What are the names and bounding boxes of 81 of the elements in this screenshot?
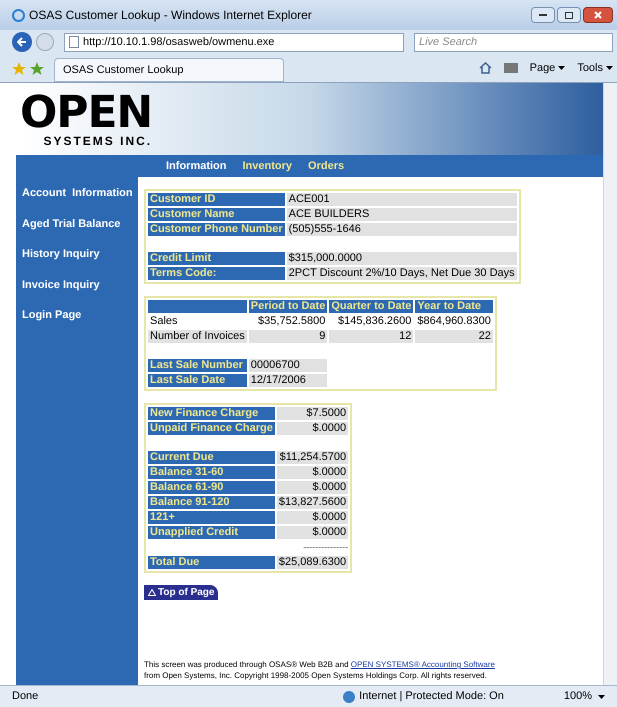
command-menu[interactable]: Tools — [577, 60, 613, 76]
field-label: Total Due — [148, 556, 275, 569]
field-label: New Finance Charge — [148, 407, 275, 420]
field-label: Customer ID — [148, 193, 285, 206]
field-value: $.0000 — [276, 511, 348, 524]
field-label: Current Due — [148, 451, 275, 464]
caret-icon — [606, 66, 613, 70]
field-value: ACE BUILDERS — [286, 208, 517, 221]
sum-rule: --------------- — [302, 541, 348, 554]
nav-link[interactable]: Inventory — [242, 158, 292, 174]
top-of-page-button[interactable]: Top of Page — [144, 585, 218, 600]
field-label: Balance 61-90 — [148, 481, 275, 494]
sidebar-link[interactable]: History Inquiry — [22, 246, 138, 262]
field-label: 121+ — [148, 511, 275, 524]
copyright-text: from Open Systems, Inc. Copyright 1998-2005 Open Systems Holdings Corp. All rights reserved. — [144, 670, 488, 681]
field-value: $13,827.5600 — [276, 496, 348, 509]
nav-link[interactable]: Orders — [308, 158, 344, 174]
field-label: Terms Code: — [148, 267, 285, 280]
maximize-button[interactable] — [557, 7, 581, 23]
company-logo: OPEN SYSTEMS INC. — [19, 91, 152, 147]
caret-icon — [558, 66, 566, 70]
software-link[interactable]: OPEN SYSTEMS® Accounting Software — [350, 660, 495, 669]
page-icon — [69, 36, 79, 48]
field-value: $.0000 — [276, 481, 348, 494]
field-value: $.0000 — [276, 526, 348, 539]
field-value: $.0000 — [276, 466, 348, 479]
row-label: Number of Invoices — [148, 330, 247, 343]
sidebar-link[interactable]: Login Page — [22, 307, 138, 324]
nav-link[interactable]: Information — [166, 158, 226, 174]
search-field[interactable]: Live Search — [414, 32, 613, 52]
field-value: $315,000.0000 — [286, 252, 517, 265]
browser-tab[interactable]: OSAS Customer Lookup — [54, 58, 284, 82]
window-title: OSAS Customer Lookup - Windows Internet Explorer — [29, 7, 312, 24]
table-cell-text: $35,752.5800 — [257, 315, 326, 328]
field-value: ACE001 — [286, 193, 517, 206]
back-button[interactable] — [12, 32, 32, 52]
field-label: Last Sale Number — [148, 359, 247, 372]
column-header: Quarter to Date — [329, 300, 414, 313]
scrollbar[interactable] — [603, 83, 617, 685]
zoom-control[interactable]: 100% — [564, 688, 605, 705]
column-header: Period to Date — [248, 300, 328, 313]
footer-text: This screen was produced through OSAS® Web B2B and OPEN SYSTEMS® Accounting Software — [144, 659, 496, 670]
table-cell: 9 — [248, 330, 328, 343]
home-icon[interactable] — [478, 62, 492, 74]
field-label: Customer Name — [148, 208, 285, 221]
table-cell: 22 — [415, 330, 493, 343]
close-icon — [594, 11, 602, 19]
field-label: Customer Phone Number — [148, 223, 285, 236]
sidebar-link[interactable]: Aged Trial Balance — [22, 216, 138, 232]
field-value: $11,254.5700 — [276, 451, 348, 464]
field-value: $.0000 — [276, 422, 348, 435]
status-text: Done — [12, 689, 38, 704]
field-value: 00006700 — [248, 359, 328, 372]
caret-icon — [598, 694, 605, 698]
field-value: (505)555-1646 — [286, 223, 517, 236]
sidebar-link[interactable]: Account Information — [22, 185, 138, 202]
minimize-button[interactable] — [531, 7, 555, 23]
field-value: $7.5000 — [276, 407, 348, 420]
close-button[interactable] — [583, 7, 613, 23]
field-label: Credit Limit — [148, 252, 285, 265]
back-arrow-icon — [17, 37, 27, 47]
star-plus-icon[interactable] — [30, 62, 44, 76]
field-value: 12/17/2006 — [248, 374, 328, 387]
field-label: Balance 31-60 — [148, 466, 275, 479]
column-header: Year to Date — [415, 300, 493, 313]
row-label: Sales — [149, 315, 179, 328]
field-value: $25,089.6300 — [276, 556, 348, 569]
address-field[interactable]: http://10.10.1.98/osasweb/owmenu.exe — [64, 32, 404, 52]
security-zone: Internet | Protected Mode: On — [359, 689, 504, 704]
up-triangle-icon — [148, 589, 156, 596]
field-label: Unapplied Credit — [148, 526, 275, 539]
command-menu[interactable]: Page — [530, 60, 566, 76]
field-label: Unpaid Finance Charge — [148, 422, 275, 435]
table-cell: 12 — [329, 330, 414, 343]
sidebar-link[interactable]: Invoice Inquiry — [22, 276, 138, 293]
field-label: Balance 91-120 — [148, 496, 275, 509]
table-cell-text: $145,836.2600 — [337, 315, 412, 328]
field-value: 2PCT Discount 2%/10 Days, Net Due 30 Days — [286, 267, 517, 280]
field-label: Last Sale Date — [148, 374, 247, 387]
table-cell-text: $864,960.8300 — [416, 315, 492, 328]
star-icon[interactable] — [12, 62, 26, 76]
